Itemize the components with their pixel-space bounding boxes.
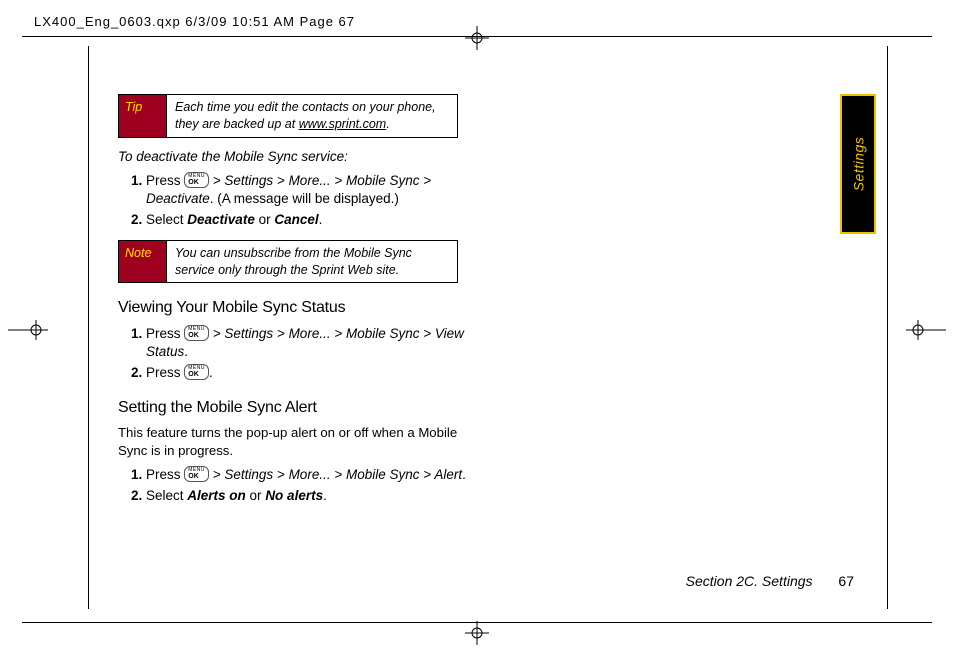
menu-ok-icon: MENUOK xyxy=(184,466,209,482)
step-text: Press xyxy=(146,173,184,188)
page-footer: Section 2C. Settings 67 xyxy=(686,573,854,589)
page-header: LX400_Eng_0603.qxp 6/3/09 10:51 AM Page … xyxy=(34,14,355,29)
viewing-steps: Press MENUOK > Settings > More... > Mobi… xyxy=(146,325,468,383)
note-label: Note xyxy=(119,241,167,283)
step-text: . (A message will be displayed.) xyxy=(210,191,399,206)
deactivate-step-2: Select Deactivate or Cancel. xyxy=(146,211,468,229)
crop-mark-left-icon xyxy=(8,318,48,342)
menu-ok-icon: MENUOK xyxy=(184,364,209,380)
tip-box: Tip Each time you edit the contacts on y… xyxy=(118,94,458,138)
footer-section: Section 2C. Settings xyxy=(686,573,813,589)
tip-label: Tip xyxy=(119,95,167,137)
menu-ok-icon: MENUOK xyxy=(184,172,209,188)
step-text: Select xyxy=(146,488,187,503)
step-text: Press xyxy=(146,326,184,341)
step-text: Press xyxy=(146,467,184,482)
crop-mark-top-icon xyxy=(465,26,489,50)
setting-steps: Press MENUOK > Settings > More... > Mobi… xyxy=(146,466,468,505)
option: Cancel xyxy=(274,212,318,227)
note-body: You can unsubscribe from the Mobile Sync… xyxy=(167,241,457,283)
step-text: Select xyxy=(146,212,187,227)
nav-path: > Settings > More... > Mobile Sync > Ale… xyxy=(213,467,462,482)
heading-viewing-status: Viewing Your Mobile Sync Status xyxy=(118,297,468,319)
crop-mark-bottom-icon xyxy=(465,621,489,645)
heading-setting-alert: Setting the Mobile Sync Alert xyxy=(118,397,468,419)
setting-step-1: Press MENUOK > Settings > More... > Mobi… xyxy=(146,466,468,484)
step-text: . xyxy=(184,344,188,359)
tip-link[interactable]: www.sprint.com xyxy=(299,117,387,131)
tip-body-post: . xyxy=(386,117,389,131)
page-content: Tip Each time you edit the contacts on y… xyxy=(118,94,468,515)
option: Alerts on xyxy=(187,488,246,503)
crop-mark-right-icon xyxy=(906,318,946,342)
viewing-step-1: Press MENUOK > Settings > More... > Mobi… xyxy=(146,325,468,361)
deactivate-lead: To deactivate the Mobile Sync service: xyxy=(118,148,468,166)
tip-body: Each time you edit the contacts on your … xyxy=(167,95,457,137)
setting-body: This feature turns the pop-up alert on o… xyxy=(118,424,468,460)
option: Deactivate xyxy=(187,212,255,227)
deactivate-steps: Press MENUOK > Settings > More... > Mobi… xyxy=(146,172,468,230)
step-text: or xyxy=(246,488,266,503)
step-text: . xyxy=(323,488,327,503)
side-tab-label: Settings xyxy=(850,137,866,192)
page-number: 67 xyxy=(838,573,854,589)
step-text: Press xyxy=(146,365,184,380)
step-text: . xyxy=(462,467,466,482)
step-text: . xyxy=(319,212,323,227)
option: No alerts xyxy=(265,488,323,503)
side-tab-settings: Settings xyxy=(840,94,876,234)
step-text: . xyxy=(209,365,213,380)
viewing-step-2: Press MENUOK. xyxy=(146,364,468,382)
step-text: or xyxy=(255,212,275,227)
setting-step-2: Select Alerts on or No alerts. xyxy=(146,487,468,505)
menu-ok-icon: MENUOK xyxy=(184,325,209,341)
note-box: Note You can unsubscribe from the Mobile… xyxy=(118,240,458,284)
deactivate-step-1: Press MENUOK > Settings > More... > Mobi… xyxy=(146,172,468,208)
